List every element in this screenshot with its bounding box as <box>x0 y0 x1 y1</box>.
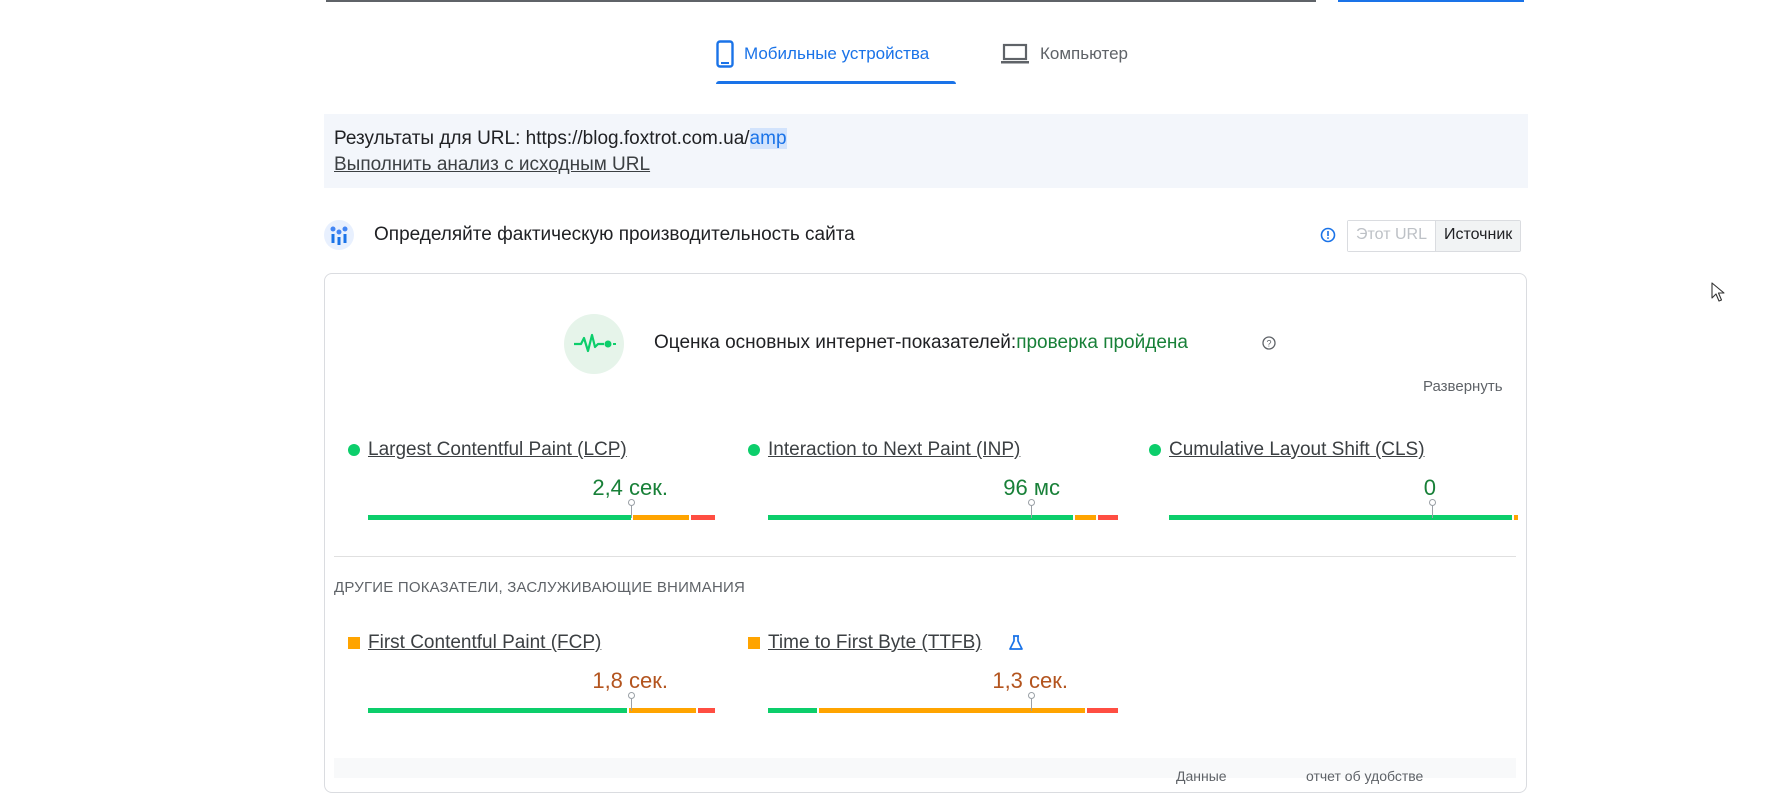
laptop-icon <box>1001 43 1029 64</box>
percentile-marker <box>1428 499 1436 518</box>
distribution-segment-good <box>768 515 1073 520</box>
metric-fcp-average-square <box>348 637 360 649</box>
help-icon[interactable]: ? <box>1262 336 1276 355</box>
url-input-underline <box>326 0 1316 2</box>
metric-ttfb-average-square <box>748 637 760 649</box>
distribution-segment-poor <box>1097 515 1118 520</box>
other-metrics-title: ДРУГИЕ ПОКАЗАТЕЛИ, ЗАСЛУЖИВАЮЩИЕ ВНИМАНИ… <box>334 579 746 596</box>
cwv-title-label: Оценка основных интернет-показателей: <box>654 332 1017 353</box>
distribution-segment-good <box>368 515 631 520</box>
tab-mobile[interactable]: Мобильные устройства <box>716 28 929 80</box>
distribution-segment-good <box>768 708 817 713</box>
tab-desktop[interactable]: Компьютер <box>1000 28 1128 80</box>
metric-inp-value: 96 мс <box>1003 475 1060 500</box>
metric-ttfb-distribution-bar <box>768 692 1118 713</box>
cwv-assessment: Оценка основных интернет-показателей:про… <box>654 332 1188 354</box>
distribution-segment-good <box>1169 515 1512 520</box>
distribution-segment-needs-improvement <box>819 708 1085 713</box>
expand-link[interactable]: Развернуть <box>1423 378 1503 395</box>
toggle-origin[interactable]: Источник <box>1435 221 1521 251</box>
mouse-cursor-icon <box>1711 282 1725 307</box>
percentile-marker <box>1027 692 1035 711</box>
metric-inp-label[interactable]: Interaction to Next Paint (INP) <box>768 439 1020 461</box>
crux-users-icon <box>324 220 354 250</box>
metric-cls-value: 0 <box>1423 475 1436 500</box>
active-tab-indicator <box>716 81 956 84</box>
results-url: Результаты для URL: https://blog.foxtrot… <box>334 128 787 150</box>
metric-inp-good-dot <box>748 444 760 456</box>
percentile-marker <box>627 692 635 711</box>
metric-ttfb-label[interactable]: Time to First Byte (TTFB) <box>768 632 982 654</box>
svg-text:?: ? <box>1266 339 1271 349</box>
reanalyze-original-url-link[interactable]: Выполнить анализ с исходным URL <box>334 154 650 176</box>
distribution-segment-needs-improvement <box>629 708 696 713</box>
distribution-segment-needs-improvement <box>1074 515 1096 520</box>
distribution-segment-needs-improvement <box>1514 515 1518 520</box>
metric-lcp-value: 2,4 сек. <box>592 475 668 500</box>
distribution-segment-good <box>368 708 627 713</box>
metric-lcp-good-dot <box>348 444 360 456</box>
metric-fcp-distribution-bar <box>368 692 718 713</box>
distribution-segment-needs-improvement <box>632 515 689 520</box>
section-divider <box>334 556 1516 557</box>
metric-fcp-value: 1,8 сек. <box>592 668 668 693</box>
pulse-icon <box>564 314 624 374</box>
url-origin-toggle: Этот URL Источник <box>1347 220 1522 252</box>
distribution-segment-poor <box>1087 708 1118 713</box>
metric-inp-distribution-bar <box>768 499 1118 520</box>
url-banner <box>324 114 1528 188</box>
metric-cls-distribution-bar <box>1169 499 1519 520</box>
results-url-highlight: amp <box>749 128 787 149</box>
metric-cls-label[interactable]: Cumulative Layout Shift (CLS) <box>1169 439 1425 461</box>
distribution-segment-poor <box>690 515 715 520</box>
analyze-button-edge[interactable] <box>1338 0 1524 2</box>
metric-lcp-distribution-bar <box>368 499 718 520</box>
percentile-marker <box>1027 499 1035 518</box>
metric-fcp-label[interactable]: First Contentful Paint (FCP) <box>368 632 601 654</box>
tab-desktop-label: Компьютер <box>1040 44 1128 63</box>
results-url-prefix: Результаты для URL: https://blog.foxtrot… <box>334 128 750 149</box>
percentile-marker <box>627 499 635 518</box>
toggle-this-url[interactable]: Этот URL <box>1348 221 1436 251</box>
experimental-flask-icon <box>1008 634 1024 657</box>
tab-mobile-label: Мобильные устройства <box>744 44 930 63</box>
distribution-segment-poor <box>697 708 715 713</box>
cwv-status: проверка пройдена <box>1016 332 1188 353</box>
bottom-column-data: Данные <box>1176 768 1227 784</box>
metric-cls-good-dot <box>1149 444 1161 456</box>
info-icon[interactable] <box>1320 227 1336 248</box>
metric-lcp-label[interactable]: Largest Contentful Paint (LCP) <box>368 439 627 461</box>
metric-ttfb-value: 1,3 сек. <box>992 668 1068 693</box>
field-data-title: Определяйте фактическую производительнос… <box>374 224 855 245</box>
smartphone-icon <box>716 40 734 68</box>
bottom-column-report: отчет об удобстве <box>1306 768 1424 784</box>
